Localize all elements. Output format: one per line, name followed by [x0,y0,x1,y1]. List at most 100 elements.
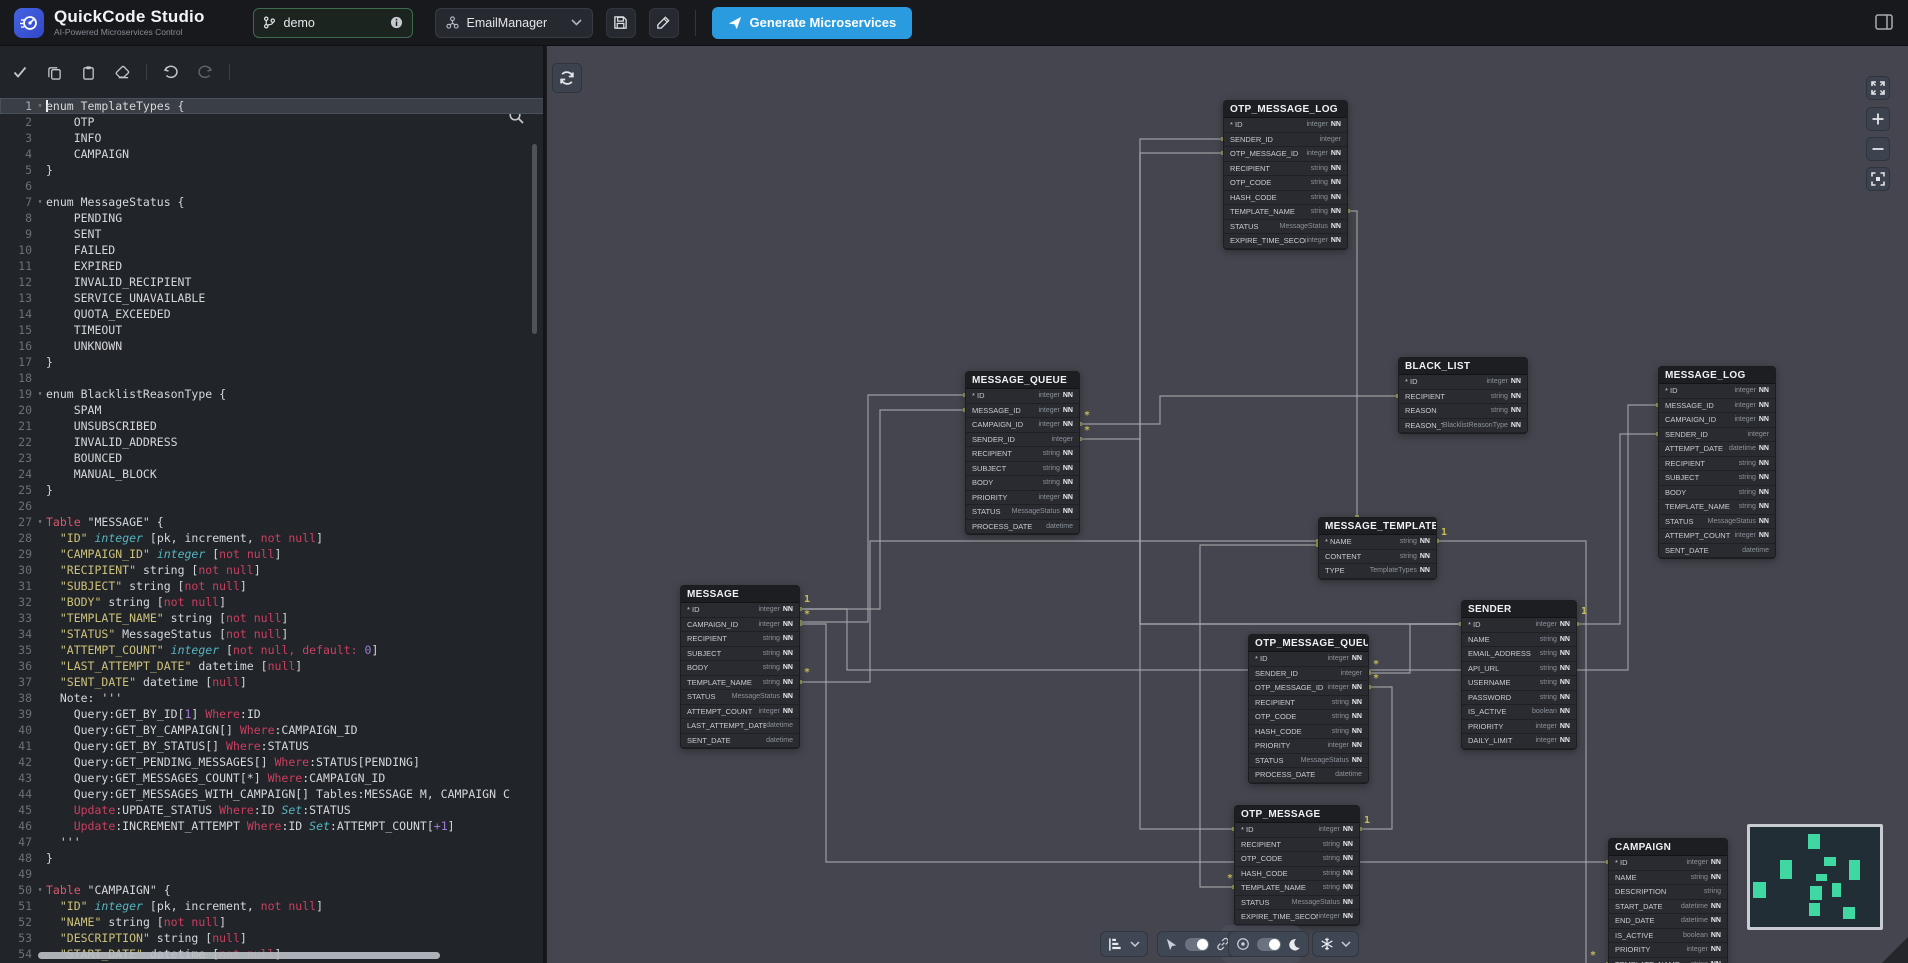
code-line-37[interactable]: 37 "SENT_DATE" datetime [null] [0,674,545,690]
diagram-table-otp_message_queue[interactable]: OTP_MESSAGE_QUEUE* IDintegerNNSENDER_IDi… [1248,634,1369,784]
table-header[interactable]: SENDER [1462,601,1576,618]
code-line-2[interactable]: 2 OTP [0,114,545,130]
code-line-38[interactable]: 38 Note: ''' [0,690,545,706]
diagram-table-otp_message[interactable]: OTP_MESSAGE* IDintegerNNRECIPIENTstringN… [1234,805,1360,926]
dark-mode-toggle[interactable] [1257,938,1281,951]
paste-button[interactable] [78,62,98,82]
code-line-31[interactable]: 31 "SUBJECT" string [not null] [0,578,545,594]
table-header[interactable]: MESSAGE_QUEUE [966,372,1079,389]
code-line-29[interactable]: 29 "CAMPAIGN_ID" integer [not null] [0,546,545,562]
code-line-18[interactable]: 18 [0,370,545,386]
code-line-26[interactable]: 26 [0,498,545,514]
code-line-12[interactable]: 12 INVALID_RECIPIENT [0,274,545,290]
code-line-48[interactable]: 48} [0,850,545,866]
table-header[interactable]: CAMPAIGN [1609,839,1727,856]
diagram-table-message[interactable]: MESSAGE* IDintegerNNCAMPAIGN_IDintegerNN… [680,585,800,749]
diagram-table-sender[interactable]: SENDER* IDintegerNNNAMEstringNNEMAIL_ADD… [1461,600,1577,750]
project-name-input[interactable]: demo [253,8,413,38]
code-line-11[interactable]: 11 EXPIRED [0,258,545,274]
code-line-35[interactable]: 35 "ATTEMPT_COUNT" integer [not null, de… [0,642,545,658]
fit-view-button[interactable] [1866,167,1890,191]
table-header[interactable]: MESSAGE [681,586,799,603]
table-header[interactable]: OTP_MESSAGE_LOG [1224,101,1347,118]
effects-menu-button[interactable] [1312,931,1359,957]
diagram-table-message_template[interactable]: MESSAGE_TEMPLATE* NAMEstringNNCONTENTstr… [1318,517,1437,580]
save-button[interactable] [606,8,636,38]
diagram-canvas[interactable]: 1******11**11*1**1**** OTP_MESSAGE_LOG* … [547,46,1908,963]
code-line-47[interactable]: 47 ''' [0,834,545,850]
table-header[interactable]: MESSAGE_LOG [1659,367,1775,384]
code-line-20[interactable]: 20 SPAM [0,402,545,418]
code-line-39[interactable]: 39 Query:GET_BY_ID[1] Where:ID [0,706,545,722]
code-line-51[interactable]: 51 "ID" integer [pk, increment, not null… [0,898,545,914]
code-line-44[interactable]: 44 Query:GET_MESSAGES_WITH_CAMPAIGN[] Ta… [0,786,545,802]
code-line-33[interactable]: 33 "TEMPLATE_NAME" string [not null] [0,610,545,626]
diagram-table-otp_message_log[interactable]: OTP_MESSAGE_LOG* IDintegerNNSENDER_IDint… [1223,100,1348,250]
code-line-32[interactable]: 32 "BODY" string [not null] [0,594,545,610]
undo-button[interactable] [161,62,181,82]
editor-vertical-scrollbar[interactable] [532,144,537,334]
editor-horizontal-scrollbar[interactable] [38,952,440,959]
fold-toggle-icon[interactable]: ▾ [34,514,46,530]
copy-button[interactable] [44,62,64,82]
code-line-22[interactable]: 22 INVALID_ADDRESS [0,434,545,450]
diagram-table-black_list[interactable]: BLACK_LIST* IDintegerNNRECIPIENTstringNN… [1398,357,1528,434]
fold-toggle-icon[interactable]: ▾ [34,194,46,210]
code-line-25[interactable]: 25} [0,482,545,498]
code-line-28[interactable]: 28 "ID" integer [pk, increment, not null… [0,530,545,546]
code-line-4[interactable]: 4 CAMPAIGN [0,146,545,162]
code-line-3[interactable]: 3 INFO [0,130,545,146]
code-line-6[interactable]: 6 [0,178,545,194]
fold-toggle-icon[interactable]: ▾ [34,386,46,402]
code-line-9[interactable]: 9 SENT [0,226,545,242]
code-line-41[interactable]: 41 Query:GET_BY_STATUS[] Where:STATUS [0,738,545,754]
code-line-1[interactable]: 1▾enum TemplateTypes { [0,98,545,114]
code-line-7[interactable]: 7▾enum MessageStatus { [0,194,545,210]
code-line-13[interactable]: 13 SERVICE_UNAVAILABLE [0,290,545,306]
generate-microservices-button[interactable]: Generate Microservices [712,7,913,39]
code-line-27[interactable]: 27▾Table "MESSAGE" { [0,514,545,530]
refresh-layout-button[interactable] [552,63,582,93]
code-line-8[interactable]: 8 PENDING [0,210,545,226]
sidebar-toggle-icon[interactable] [1874,12,1894,32]
code-line-52[interactable]: 52 "NAME" string [not null] [0,914,545,930]
code-line-53[interactable]: 53 "DESCRIPTION" string [null] [0,930,545,946]
layout-menu-button[interactable] [1100,931,1148,957]
code-line-43[interactable]: 43 Query:GET_MESSAGES_COUNT[*] Where:CAM… [0,770,545,786]
zoom-in-button[interactable] [1866,107,1890,131]
info-icon[interactable] [390,16,403,29]
diagram-table-campaign[interactable]: CAMPAIGN* IDintegerNNNAMEstringNNDESCRIP… [1608,838,1728,963]
code-line-16[interactable]: 16 UNKNOWN [0,338,545,354]
zoom-out-button[interactable] [1866,137,1890,161]
code-line-10[interactable]: 10 FAILED [0,242,545,258]
code-line-45[interactable]: 45 Update:UPDATE_STATUS Where:ID Set:STA… [0,802,545,818]
diagram-table-message_log[interactable]: MESSAGE_LOG* IDintegerNNMESSAGE_IDintege… [1658,366,1776,559]
code-line-17[interactable]: 17} [0,354,545,370]
code-line-40[interactable]: 40 Query:GET_BY_CAMPAIGN[] Where:CAMPAIG… [0,722,545,738]
code-line-46[interactable]: 46 Update:INCREMENT_ATTEMPT Where:ID Set… [0,818,545,834]
code-line-21[interactable]: 21 UNSUBSCRIBED [0,418,545,434]
code-line-23[interactable]: 23 BOUNCED [0,450,545,466]
table-header[interactable]: OTP_MESSAGE_QUEUE [1249,635,1368,652]
module-select[interactable]: EmailManager [435,8,593,38]
code-line-24[interactable]: 24 MANUAL_BLOCK [0,466,545,482]
code-line-34[interactable]: 34 "STATUS" MessageStatus [not null] [0,626,545,642]
code-line-49[interactable]: 49 [0,866,545,882]
code-line-42[interactable]: 42 Query:GET_PENDING_MESSAGES[] Where:ST… [0,754,545,770]
fold-toggle-icon[interactable]: ▾ [34,882,46,898]
edit-button[interactable] [649,8,679,38]
code-area[interactable]: 1▾enum TemplateTypes {2 OTP3 INFO4 CAMPA… [0,98,545,962]
code-line-5[interactable]: 5} [0,162,545,178]
pan-select-toggle[interactable] [1185,938,1209,951]
minimap[interactable] [1747,824,1883,930]
table-header[interactable]: OTP_MESSAGE [1235,806,1359,823]
code-line-15[interactable]: 15 TIMEOUT [0,322,545,338]
diagram-table-message_queue[interactable]: MESSAGE_QUEUE* IDintegerNNMESSAGE_IDinte… [965,371,1080,535]
code-line-36[interactable]: 36 "LAST_ATTEMPT_DATE" datetime [null] [0,658,545,674]
code-line-30[interactable]: 30 "RECIPIENT" string [not null] [0,562,545,578]
code-line-14[interactable]: 14 QUOTA_EXCEEDED [0,306,545,322]
validate-button[interactable] [10,62,30,82]
code-line-50[interactable]: 50▾Table "CAMPAIGN" { [0,882,545,898]
fold-toggle-icon[interactable]: ▾ [34,98,46,114]
code-editor-panel[interactable]: 1▾enum TemplateTypes {2 OTP3 INFO4 CAMPA… [0,46,545,963]
